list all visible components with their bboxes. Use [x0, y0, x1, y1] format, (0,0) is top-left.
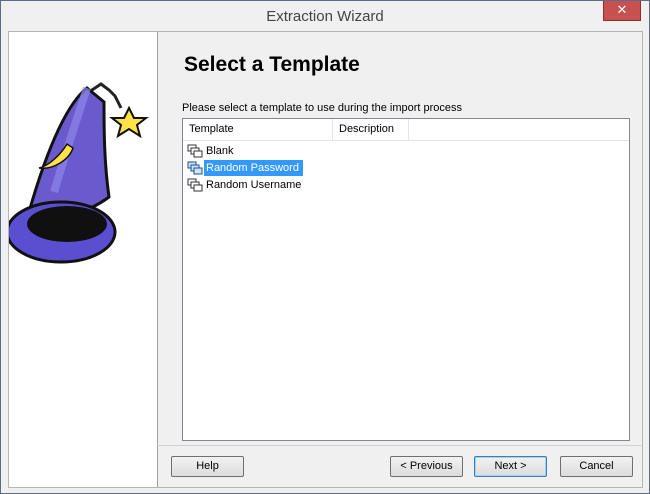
list-item-label: Random Password: [204, 160, 303, 176]
instruction-text: Please select a template to use during t…: [182, 102, 463, 114]
template-icon: [187, 178, 203, 192]
button-separator: [157, 445, 641, 446]
column-header-description[interactable]: Description: [333, 119, 409, 140]
previous-button[interactable]: < Previous: [390, 456, 463, 477]
template-listview[interactable]: Template Description Blank Random Passwo…: [182, 118, 630, 441]
page-title: Select a Template: [184, 53, 360, 76]
wizard-window: Extraction Wizard ✕ Select a Template Pl…: [0, 0, 650, 494]
window-title: Extraction Wizard: [266, 8, 384, 25]
template-icon: [187, 161, 203, 175]
cancel-button[interactable]: Cancel: [560, 456, 633, 477]
wizard-client-area: Select a Template Please select a templa…: [5, 31, 643, 488]
wizard-hat-icon: [5, 82, 149, 264]
close-icon: ✕: [616, 2, 628, 17]
help-button[interactable]: Help: [171, 456, 244, 477]
title-bar[interactable]: Extraction Wizard ✕: [1, 1, 649, 31]
template-icon: [187, 144, 203, 158]
close-button[interactable]: ✕: [603, 1, 641, 21]
next-button[interactable]: Next >: [474, 456, 547, 477]
list-item-label: Blank: [206, 145, 234, 157]
listview-header: Template Description: [183, 119, 629, 141]
column-header-template[interactable]: Template: [183, 119, 333, 140]
list-item-label: Random Username: [206, 179, 302, 191]
wizard-side-panel: [5, 32, 158, 487]
